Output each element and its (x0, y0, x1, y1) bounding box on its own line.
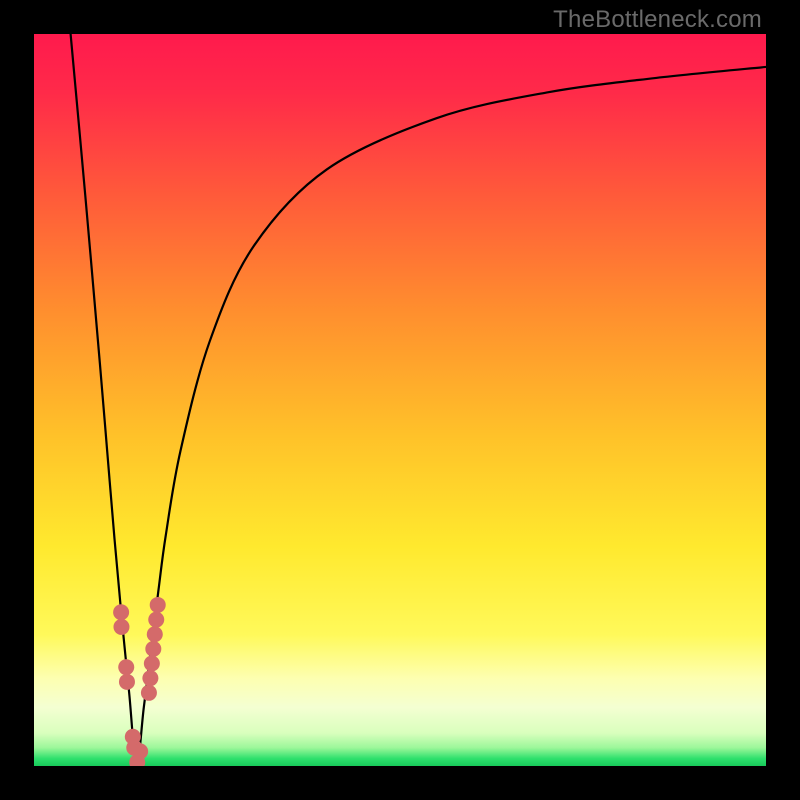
marker-dot (113, 619, 129, 635)
curve-layer (34, 34, 766, 766)
highlight-dots (113, 597, 166, 766)
marker-dot (119, 674, 135, 690)
watermark-text: TheBottleneck.com (553, 6, 762, 34)
marker-dot (144, 656, 160, 672)
marker-dot (148, 612, 164, 628)
chart-frame: TheBottleneck.com (0, 0, 800, 800)
marker-dot (145, 641, 161, 657)
marker-dot (150, 597, 166, 613)
marker-dot (147, 626, 163, 642)
bottleneck-curve (71, 34, 766, 766)
marker-dot (118, 659, 134, 675)
marker-dot (113, 604, 129, 620)
plot-area (34, 34, 766, 766)
marker-dot (142, 670, 158, 686)
marker-dot (141, 685, 157, 701)
marker-dot (132, 743, 148, 759)
